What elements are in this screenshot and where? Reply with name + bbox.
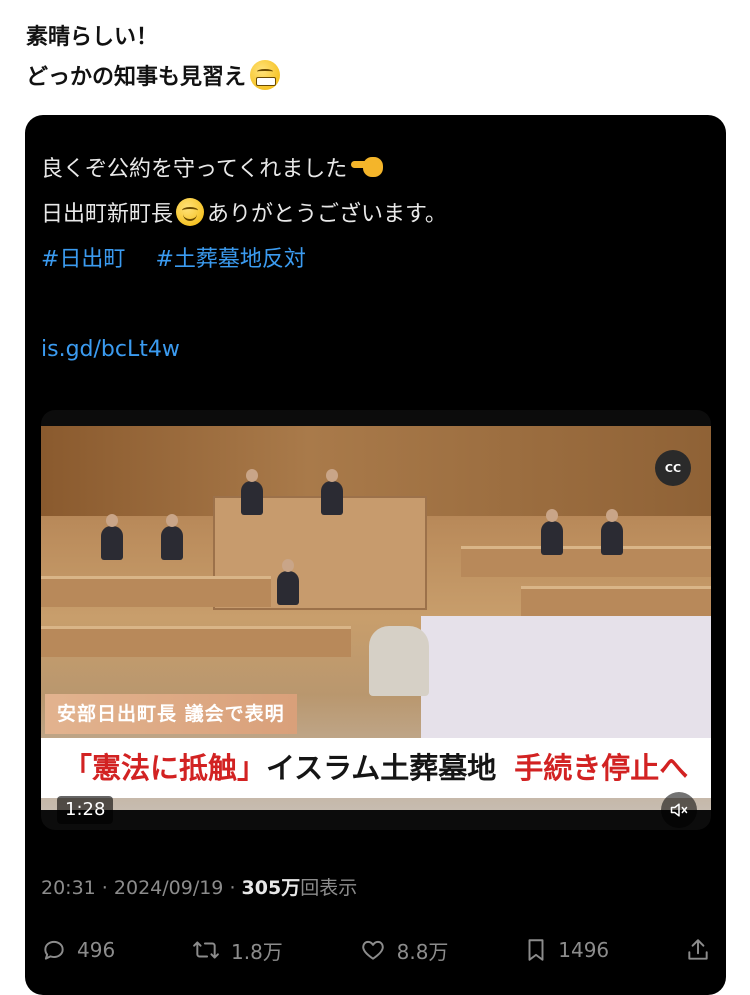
post-line-2b-text: ありがとうございます。	[207, 202, 447, 227]
video-scene-desk	[521, 586, 711, 617]
video-duration: 1:28	[57, 796, 114, 824]
video-player[interactable]: CC 安部日出町長 議会で表明 「憲法に抵触」イスラム土葬墓地 手続き停止へ 1:…	[41, 410, 711, 830]
post-line-1-text: 良くぞ公約を守ってくれました	[41, 157, 348, 182]
like-button[interactable]: 8.8万	[359, 936, 449, 965]
bookmark-icon	[528, 939, 544, 961]
smiling-face-emoji-icon	[176, 198, 205, 226]
speech-bubble-icon	[44, 940, 64, 960]
like-count: 8.8万	[396, 939, 449, 964]
meta-separator: ·	[95, 877, 114, 899]
comment-line-2-text: どっかの知事も見習え	[26, 65, 247, 90]
hashtag-burial-opposition[interactable]: #土葬墓地反対	[155, 247, 305, 272]
video-scene-floor	[421, 616, 711, 746]
video-scene-person	[241, 469, 263, 515]
video-scene-person	[277, 559, 299, 605]
video-scene-person	[101, 514, 123, 560]
post-date[interactable]: 2024/09/19	[114, 877, 224, 899]
reply-count: 496	[77, 938, 116, 962]
repost-button[interactable]: 1.8万	[191, 936, 283, 965]
post-line-2a-text: 日出町新町長	[41, 202, 174, 227]
hashtag-hiji-town[interactable]: #日出町	[41, 247, 125, 272]
video-scene-desk	[461, 546, 711, 577]
action-bar: 496 1.8万 8.8万 1496	[41, 930, 711, 970]
embedded-post-card[interactable]: 良くぞ公約を守ってくれました 日出町新町長 ありがとうございます。 #日出町 #土葬…	[25, 115, 726, 995]
caption-red-text-2: 手続き停止へ	[514, 751, 689, 785]
video-scene-person	[321, 469, 343, 515]
video-scene-person	[161, 514, 183, 560]
closed-captions-button[interactable]: CC	[655, 450, 691, 486]
view-count-label: 回表示	[300, 877, 358, 899]
reply-button[interactable]: 496	[41, 937, 115, 963]
muted-speaker-icon[interactable]	[661, 792, 697, 828]
comment-line-2: どっかの知事も見習え	[26, 58, 281, 98]
share-upload-icon	[688, 939, 708, 960]
view-count: 305万	[241, 877, 301, 899]
post-meta: 20:31 · 2024/09/19 · 305万回表示	[41, 873, 357, 900]
video-scene-desk	[41, 626, 351, 657]
bookmark-button[interactable]: 1496	[524, 937, 609, 963]
caption-black-text: イスラム土葬墓地	[266, 751, 497, 785]
repost-arrows-icon	[193, 941, 219, 959]
post-line-1: 良くぞ公約を守ってくれました	[41, 147, 711, 192]
video-scene-person	[601, 509, 623, 555]
post-line-2: 日出町新町長 ありがとうございます。	[41, 192, 711, 237]
post-link[interactable]: is.gd/bcLt4w	[41, 327, 711, 372]
post-text: 良くぞ公約を守ってくれました 日出町新町長 ありがとうございます。 #日出町 #土葬…	[41, 147, 711, 372]
caption-red-text: 「憲法に抵触」	[63, 751, 267, 785]
grimace-emoji-icon	[250, 60, 281, 90]
video-caption-headline: 「憲法に抵触」イスラム土葬墓地 手続き停止へ	[41, 738, 711, 798]
bookmark-count: 1496	[558, 938, 610, 962]
video-caption-small: 安部日出町長 議会で表明	[45, 694, 297, 734]
hashtag-row: #日出町 #土葬墓地反対	[41, 237, 711, 282]
pointing-hand-emoji-icon	[351, 155, 385, 179]
post-time[interactable]: 20:31	[41, 877, 96, 899]
share-button[interactable]	[685, 936, 711, 964]
user-comment: 素晴らしい！ どっかの知事も見習え	[26, 18, 281, 98]
video-scene-person	[541, 509, 563, 555]
meta-separator: ·	[223, 877, 242, 899]
video-scene-elder	[369, 626, 429, 696]
comment-line-1: 素晴らしい！	[26, 25, 159, 50]
video-thumbnail[interactable]: CC 安部日出町長 議会で表明 「憲法に抵触」イスラム土葬墓地 手続き停止へ 1:…	[41, 426, 711, 828]
video-scene-desk	[41, 576, 271, 607]
heart-icon	[361, 940, 384, 960]
repost-count: 1.8万	[231, 939, 283, 964]
